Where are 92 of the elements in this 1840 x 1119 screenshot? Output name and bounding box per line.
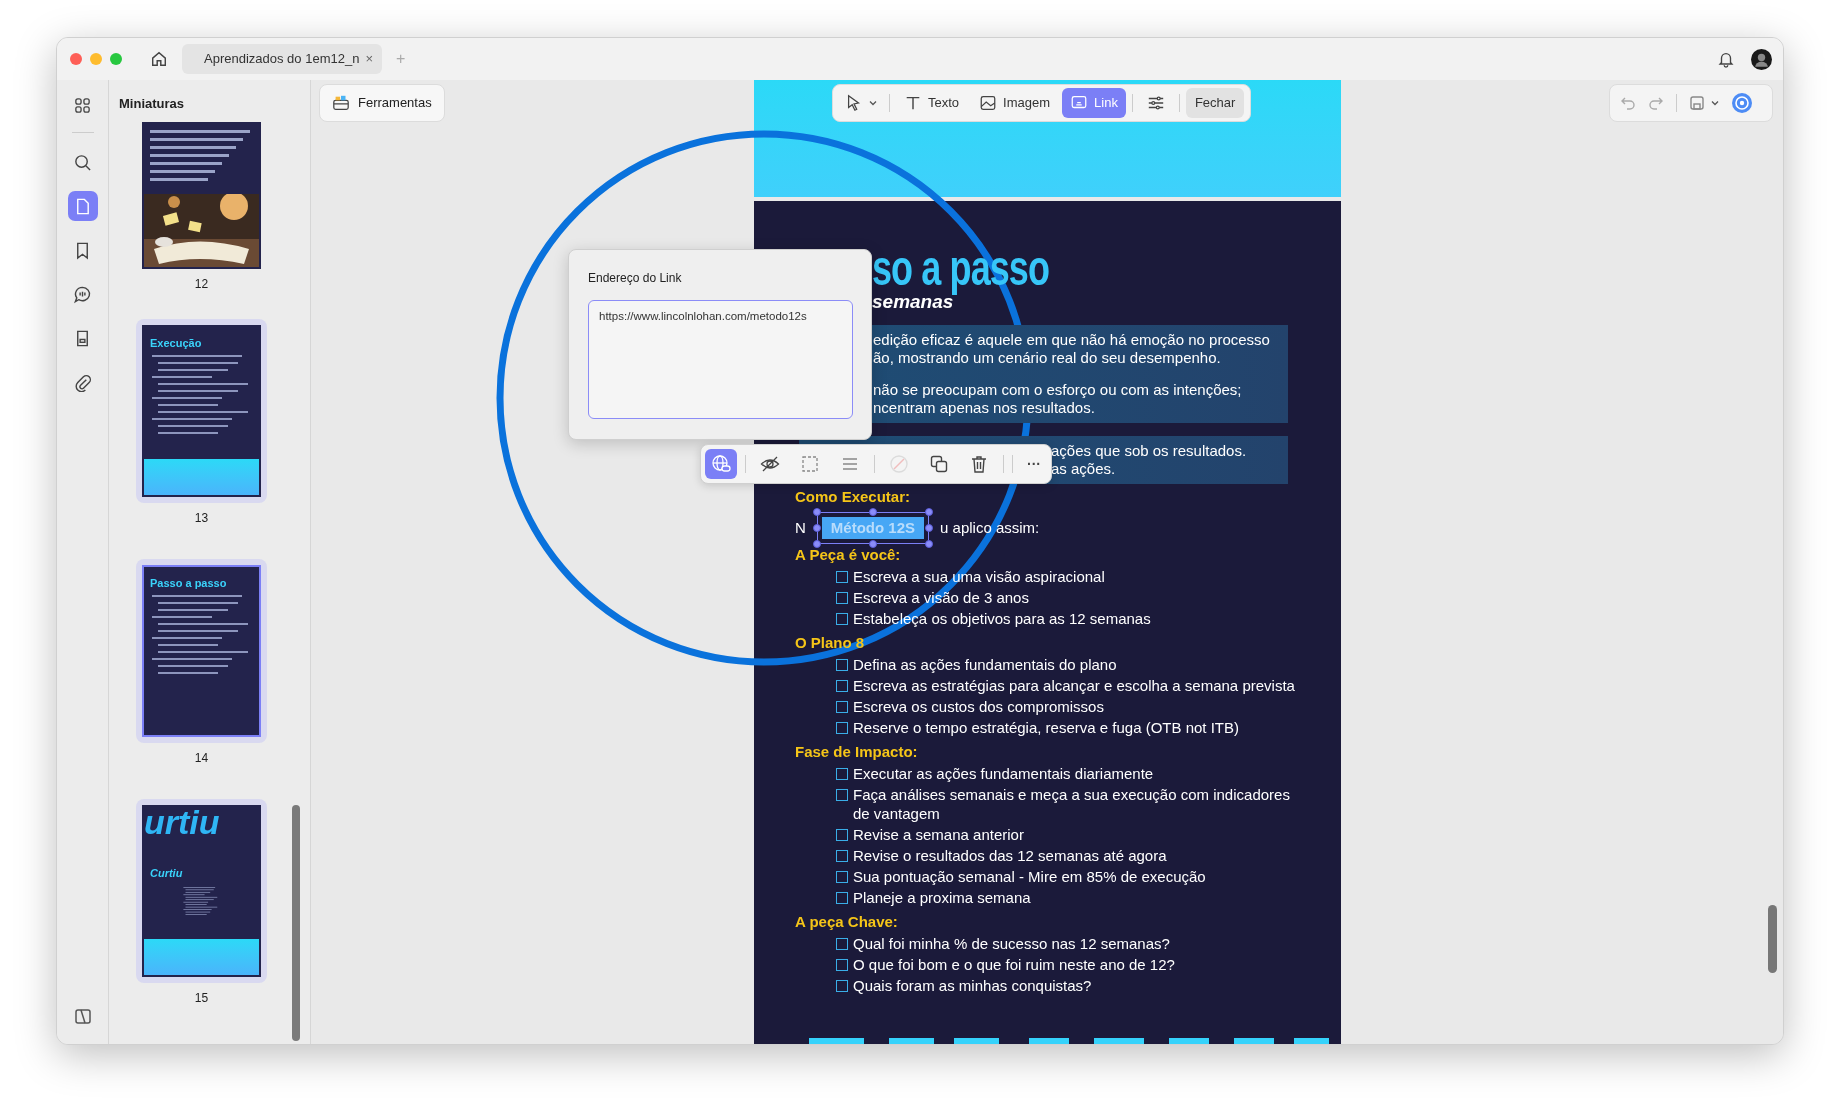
callout-text: edição eficaz é aquele em que não há emoção no processo xyxy=(873,331,1270,349)
scrollbar-thumb[interactable] xyxy=(292,805,300,1041)
body-text: N xyxy=(795,517,806,538)
no-fill-icon xyxy=(889,454,909,474)
page-thumbnail[interactable]: urtiu Curtiu xyxy=(142,804,261,977)
checkbox[interactable] xyxy=(836,659,848,671)
panel-title: Miniaturas xyxy=(119,95,184,113)
checklist-text: O que foi bom e o que foi ruim neste ano de 12? xyxy=(853,955,1175,974)
page-thumbnail[interactable]: Passo a passo xyxy=(142,564,261,737)
page-number: 13 xyxy=(194,509,209,527)
tab-close-button[interactable]: × xyxy=(365,49,373,69)
page-number: 15 xyxy=(194,989,209,1007)
section-heading: Fase de Impacto: xyxy=(795,742,918,762)
checkbox[interactable] xyxy=(836,592,848,604)
checklist-text: Executar as ações fundamentais diariamente xyxy=(853,764,1154,783)
sliders-icon xyxy=(1146,94,1165,112)
checklist-text: Defina as ações fundamentais do plano xyxy=(853,655,1117,674)
tab-title: Aprendizados do 1em12_n xyxy=(204,50,360,69)
page-thumbnail[interactable]: Execução xyxy=(142,324,261,497)
checkbox[interactable] xyxy=(836,571,848,583)
notification-bell-icon[interactable] xyxy=(1717,50,1735,68)
image-tool-button[interactable]: Imagem xyxy=(971,88,1059,118)
search-icon xyxy=(73,152,92,172)
toolbox-icon xyxy=(332,94,350,112)
comment-icon xyxy=(73,284,92,304)
checkbox[interactable] xyxy=(836,701,848,713)
image-icon xyxy=(979,94,998,112)
globe-link-button[interactable] xyxy=(705,449,737,479)
section-heading: A peça Chave: xyxy=(795,912,898,932)
thumbnail-heading: Passo a passo xyxy=(150,575,227,591)
more-button[interactable]: ··· xyxy=(1021,449,1047,479)
checkbox[interactable] xyxy=(836,959,848,971)
globe-link-icon xyxy=(711,454,731,474)
section-heading: A Peça é você: xyxy=(795,545,901,565)
checkbox[interactable] xyxy=(836,613,848,625)
thumbnail-heading: Execução xyxy=(150,335,202,351)
callout-text: não se preocupam com o esforço ou com as intenções; xyxy=(873,381,1242,399)
checkbox[interactable] xyxy=(836,680,848,692)
assistant-icon[interactable] xyxy=(1731,92,1753,114)
checklist-text: Revise o resultados das 12 semanas até agora xyxy=(853,846,1167,865)
home-icon[interactable] xyxy=(150,50,168,68)
checkbox[interactable] xyxy=(836,850,848,862)
checklist-text: Quais foram as minhas conquistas? xyxy=(853,976,1092,995)
checklist-text: Planeje a proxima semana xyxy=(853,888,1031,907)
section-heading: Como Executar: xyxy=(795,487,911,507)
resize-handle[interactable] xyxy=(868,540,877,548)
body-text: u aplico assim: xyxy=(940,517,1040,538)
caret-icon xyxy=(869,99,877,107)
trash-icon xyxy=(969,454,989,474)
checkbox[interactable] xyxy=(836,768,848,780)
popup-title: Endereço do Link xyxy=(588,270,683,287)
paperclip-icon xyxy=(73,372,92,392)
callout-text: as ações. xyxy=(1051,460,1116,478)
dashed-rectangle-icon xyxy=(800,454,820,474)
checklist-text: Qual foi minha % de sucesso nas 12 semanas? xyxy=(853,934,1170,953)
page-thumbnail[interactable] xyxy=(142,121,261,269)
checklist-text: Faça análises semanais e meça a sua execução com indicadores de vantagem xyxy=(853,785,1291,823)
checkbox[interactable] xyxy=(836,871,848,883)
checklist-text: Escreva as estratégias para alcançar e escolha a semana prevista xyxy=(853,676,1295,695)
text-tool-button[interactable]: Texto xyxy=(896,88,968,118)
scrollbar-thumb[interactable] xyxy=(1768,905,1777,973)
page-number: 14 xyxy=(194,749,209,767)
close-window-button[interactable] xyxy=(70,53,82,65)
avatar-icon[interactable] xyxy=(1751,49,1772,70)
document-tab[interactable]: Aprendizados do 1em12_n × xyxy=(182,44,382,74)
checkbox[interactable] xyxy=(836,829,848,841)
close-editing-button[interactable]: Fechar xyxy=(1185,88,1245,118)
thumbnail-banner-text: urtiu xyxy=(144,806,220,839)
resize-handle[interactable] xyxy=(868,508,877,516)
checkbox[interactable] xyxy=(836,892,848,904)
callout-text: ncentram apenas nos resultados. xyxy=(873,399,1095,417)
copy-icon xyxy=(929,454,949,474)
save-icon[interactable] xyxy=(1689,95,1705,111)
grid-icon xyxy=(73,95,92,115)
checkbox[interactable] xyxy=(836,789,848,801)
caret-icon[interactable] xyxy=(1711,99,1719,107)
sidebar-toggle-icon[interactable] xyxy=(72,1006,93,1026)
checkbox[interactable] xyxy=(836,980,848,992)
checklist-text: Escreva os custos dos compromissos xyxy=(853,697,1104,716)
checklist-text: Revise a semana anterior xyxy=(853,825,1024,844)
thumbnail-heading: Curtiu xyxy=(150,865,183,881)
callout-text: ações que sob os resultados. xyxy=(1051,442,1247,460)
checkbox[interactable] xyxy=(836,722,848,734)
checklist-text: Reserve o tempo estratégia, reserva e fuga (OTB not ITB) xyxy=(853,718,1239,737)
text-icon xyxy=(904,94,922,112)
page-number: 12 xyxy=(194,275,209,293)
callout-text: ão, mostrando um cenário real do seu desempenho. xyxy=(873,349,1221,367)
checkbox[interactable] xyxy=(836,938,848,950)
tools-button[interactable]: Ferramentas xyxy=(319,84,445,122)
checklist-text: Sua pontuação semanal - Mire em 85% de execução xyxy=(853,867,1206,886)
eye-slash-icon xyxy=(760,454,780,474)
link-address-field[interactable]: https://www.lincolnlohan.com/metodo12s xyxy=(588,300,853,419)
